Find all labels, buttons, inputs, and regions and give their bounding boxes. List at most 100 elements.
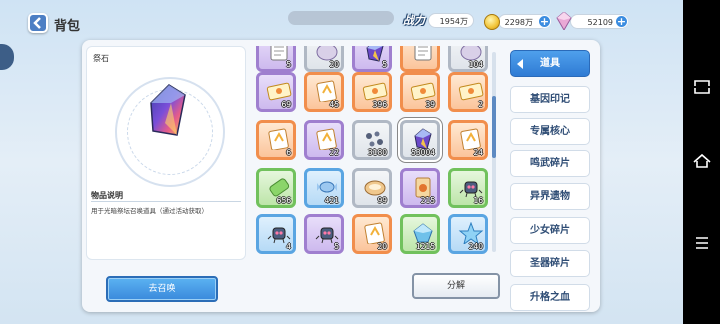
tab-category-4[interactable]: 异界遗物 xyxy=(510,183,590,210)
tab-items[interactable]: 道具 xyxy=(510,50,590,77)
item-slot[interactable]: 53004 xyxy=(398,118,442,162)
tab-category-3[interactable]: 鸣武碎片 xyxy=(510,150,590,177)
tab-category-5[interactable]: 少女碎片 xyxy=(510,217,590,244)
item-slot[interactable]: 24 xyxy=(448,120,488,160)
robot-icon xyxy=(459,181,483,198)
item-quantity: 4 xyxy=(286,242,291,251)
item-quantity: 20 xyxy=(329,60,339,69)
coin-icon xyxy=(484,14,500,30)
item-slot[interactable]: 3180 xyxy=(352,120,392,160)
gem-icon xyxy=(556,12,572,30)
tab-label: 专属核心 xyxy=(530,126,570,137)
candy-icon xyxy=(317,181,337,193)
home-icon[interactable] xyxy=(691,150,713,172)
item-slot[interactable]: 421 xyxy=(304,168,344,208)
item-quantity: 53004 xyxy=(411,148,435,157)
card-icon xyxy=(316,80,337,102)
game-screen: 背包 战力 1954万 2298万 + 52109 + 祭石 物品说明 用于光暗 xyxy=(0,0,683,324)
item-detail-card: 祭石 物品说明 用于光暗祭坛召唤道具（通过活动获取） xyxy=(86,46,246,260)
item-slot[interactable]: 396 xyxy=(352,72,392,112)
item-quantity: 6 xyxy=(286,148,291,157)
item-quantity: 5 xyxy=(334,242,339,251)
item-quantity: 20 xyxy=(377,242,387,251)
fragments-icon xyxy=(366,131,383,147)
item-slot[interactable]: 16 xyxy=(448,168,488,208)
recent-apps-icon[interactable] xyxy=(691,76,713,98)
item-slot[interactable]: 69 xyxy=(256,72,296,112)
ticket-icon xyxy=(362,82,388,101)
item-quantity: 3180 xyxy=(367,148,387,157)
add-gem-button[interactable]: + xyxy=(615,15,628,28)
item-quantity: 39 xyxy=(425,100,435,109)
tab-category-1[interactable]: 基因印记 xyxy=(510,86,590,113)
bread-icon xyxy=(364,180,386,196)
tab-category-7[interactable]: 升格之血 xyxy=(510,284,590,311)
item-slot[interactable]: 240 xyxy=(448,214,488,254)
item-slot[interactable]: 20 xyxy=(352,214,392,254)
ticket-icon xyxy=(458,82,484,101)
power-value: 1954万 xyxy=(428,13,474,28)
item-slot[interactable]: 4 xyxy=(256,214,296,254)
item-slot[interactable]: 6 xyxy=(256,120,296,160)
card-icon xyxy=(268,128,289,150)
item-slot[interactable] xyxy=(400,46,440,72)
item-quantity: 104 xyxy=(468,60,483,69)
item-slot[interactable]: 1215 xyxy=(400,214,440,254)
item-slot[interactable]: 215 xyxy=(400,168,440,208)
crystal-icon xyxy=(414,128,432,150)
item-quantity: 1215 xyxy=(415,242,435,251)
back-button[interactable] xyxy=(28,13,48,33)
item-slot[interactable]: 5 xyxy=(256,46,296,72)
tab-arrow-icon xyxy=(517,59,523,69)
description-title: 物品说明 xyxy=(91,191,123,200)
tab-category-6[interactable]: 圣器碎片 xyxy=(510,250,590,277)
item-slot[interactable]: 5 xyxy=(352,46,392,72)
item-slot[interactable]: 45 xyxy=(304,72,344,112)
pack-icon xyxy=(415,177,431,198)
item-name: 祭石 xyxy=(93,54,109,63)
item-quantity: 421 xyxy=(324,196,339,205)
add-coin-button[interactable]: + xyxy=(538,15,551,28)
tab-label: 升格之血 xyxy=(530,292,570,303)
side-menu-bubble[interactable] xyxy=(0,44,14,70)
item-quantity: 22 xyxy=(329,148,339,157)
paper-icon xyxy=(414,46,432,61)
item-slot[interactable]: 5 xyxy=(304,214,344,254)
page-title: 背包 xyxy=(54,19,81,34)
item-quantity: 69 xyxy=(281,100,291,109)
grid-scroll-thumb[interactable] xyxy=(492,96,496,158)
item-slot[interactable]: 39 xyxy=(400,72,440,112)
battery-icon xyxy=(269,178,290,197)
top-notice-pill xyxy=(288,11,394,25)
summon-button[interactable]: 去召唤 xyxy=(106,276,218,302)
card-icon xyxy=(460,128,481,150)
item-slot[interactable]: 22 xyxy=(304,120,344,160)
menu-icon[interactable] xyxy=(691,232,713,254)
tab-category-2[interactable]: 专属核心 xyxy=(510,118,590,145)
description-divider xyxy=(91,201,241,202)
ticket-icon xyxy=(266,82,292,101)
item-quantity: 5 xyxy=(286,60,291,69)
item-slot[interactable]: 99 xyxy=(352,168,392,208)
item-quantity: 2 xyxy=(478,100,483,109)
item-slot[interactable]: 104 xyxy=(448,46,488,72)
item-quantity: 396 xyxy=(372,100,387,109)
item-quantity: 45 xyxy=(329,100,339,109)
crystal-icon xyxy=(150,84,186,136)
item-quantity: 656 xyxy=(276,196,291,205)
card-icon xyxy=(316,128,337,150)
item-slot[interactable]: 2 xyxy=(448,72,488,112)
item-slot[interactable]: 20 xyxy=(304,46,344,72)
android-nav-bar xyxy=(683,0,720,324)
tab-label: 异界遗物 xyxy=(530,191,570,202)
tab-label: 基因印记 xyxy=(530,94,570,105)
item-quantity: 24 xyxy=(473,148,483,157)
item-quantity: 240 xyxy=(468,242,483,251)
item-quantity: 215 xyxy=(420,196,435,205)
split-button[interactable]: 分解 xyxy=(412,273,500,299)
item-quantity: 5 xyxy=(382,60,387,69)
item-slot[interactable]: 656 xyxy=(256,168,296,208)
tab-label: 鸣武碎片 xyxy=(530,158,570,169)
tab-label: 少女碎片 xyxy=(530,225,570,236)
star-icon xyxy=(458,222,484,244)
